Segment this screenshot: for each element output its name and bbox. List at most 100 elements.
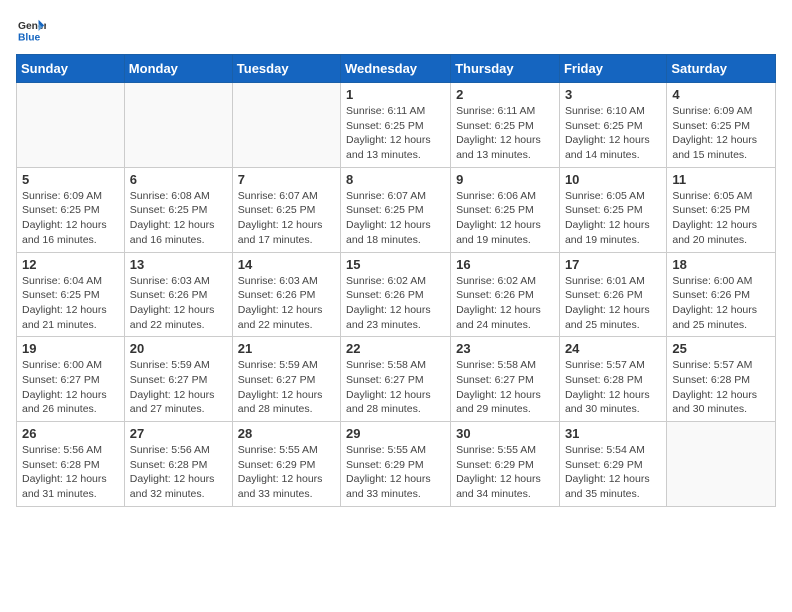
day-number: 29 [346, 426, 445, 441]
calendar-cell: 13 Sunrise: 6:03 AM Sunset: 6:26 PM Dayli… [124, 252, 232, 337]
calendar-cell: 30 Sunrise: 5:55 AM Sunset: 6:29 PM Dayli… [451, 422, 560, 507]
calendar-cell [17, 83, 125, 168]
day-info: Sunrise: 6:07 AM Sunset: 6:25 PM Dayligh… [346, 189, 445, 248]
day-number: 10 [565, 172, 661, 187]
weekday-header-wednesday: Wednesday [341, 55, 451, 83]
day-number: 13 [130, 257, 227, 272]
day-info: Sunrise: 5:55 AM Sunset: 6:29 PM Dayligh… [456, 443, 554, 502]
day-info: Sunrise: 6:06 AM Sunset: 6:25 PM Dayligh… [456, 189, 554, 248]
calendar-week-row: 19 Sunrise: 6:00 AM Sunset: 6:27 PM Dayli… [17, 337, 776, 422]
calendar-cell [667, 422, 776, 507]
calendar-cell [124, 83, 232, 168]
day-info: Sunrise: 6:01 AM Sunset: 6:26 PM Dayligh… [565, 274, 661, 333]
weekday-header-row: SundayMondayTuesdayWednesdayThursdayFrid… [17, 55, 776, 83]
day-info: Sunrise: 6:11 AM Sunset: 6:25 PM Dayligh… [346, 104, 445, 163]
day-info: Sunrise: 5:57 AM Sunset: 6:28 PM Dayligh… [672, 358, 770, 417]
day-info: Sunrise: 5:58 AM Sunset: 6:27 PM Dayligh… [456, 358, 554, 417]
calendar-cell: 7 Sunrise: 6:07 AM Sunset: 6:25 PM Daylig… [232, 167, 340, 252]
calendar-week-row: 1 Sunrise: 6:11 AM Sunset: 6:25 PM Daylig… [17, 83, 776, 168]
calendar-cell: 2 Sunrise: 6:11 AM Sunset: 6:25 PM Daylig… [451, 83, 560, 168]
day-info: Sunrise: 6:08 AM Sunset: 6:25 PM Dayligh… [130, 189, 227, 248]
day-info: Sunrise: 6:05 AM Sunset: 6:25 PM Dayligh… [672, 189, 770, 248]
day-number: 9 [456, 172, 554, 187]
calendar-cell: 15Sunrise: 6:02 AM Sunset: 6:26 PM Dayli… [341, 252, 451, 337]
day-info: Sunrise: 6:02 AM Sunset: 6:26 PM Dayligh… [456, 274, 554, 333]
calendar-cell: 24 Sunrise: 5:57 AM Sunset: 6:28 PM Dayli… [559, 337, 666, 422]
day-number: 8 [346, 172, 445, 187]
calendar-cell: 10 Sunrise: 6:05 AM Sunset: 6:25 PM Dayli… [559, 167, 666, 252]
calendar-cell: 8 Sunrise: 6:07 AM Sunset: 6:25 PM Daylig… [341, 167, 451, 252]
day-number: 15 [346, 257, 445, 272]
day-number: 28 [238, 426, 335, 441]
day-number: 22 [346, 341, 445, 356]
svg-text:Blue: Blue [18, 32, 41, 43]
day-info: Sunrise: 5:56 AM Sunset: 6:28 PM Dayligh… [130, 443, 227, 502]
day-info: Sunrise: 6:03 AM Sunset: 6:26 PM Dayligh… [130, 274, 227, 333]
day-info: Sunrise: 5:57 AM Sunset: 6:28 PM Dayligh… [565, 358, 661, 417]
day-info: Sunrise: 6:11 AM Sunset: 6:25 PM Dayligh… [456, 104, 554, 163]
calendar-cell: 1 Sunrise: 6:11 AM Sunset: 6:25 PM Daylig… [341, 83, 451, 168]
day-number: 12 [22, 257, 119, 272]
weekday-header-friday: Friday [559, 55, 666, 83]
calendar-cell: 12 Sunrise: 6:04 AM Sunset: 6:25 PM Dayli… [17, 252, 125, 337]
day-info: Sunrise: 6:00 AM Sunset: 6:27 PM Dayligh… [22, 358, 119, 417]
day-info: Sunrise: 6:07 AM Sunset: 6:25 PM Dayligh… [238, 189, 335, 248]
calendar-cell: 16 Sunrise: 6:02 AM Sunset: 6:26 PM Dayli… [451, 252, 560, 337]
day-info: Sunrise: 5:59 AM Sunset: 6:27 PM Dayligh… [130, 358, 227, 417]
day-number: 24 [565, 341, 661, 356]
day-number: 19 [22, 341, 119, 356]
header: General Blue [16, 16, 776, 44]
day-info: Sunrise: 5:56 AM Sunset: 6:28 PM Dayligh… [22, 443, 119, 502]
calendar-cell: 23 Sunrise: 5:58 AM Sunset: 6:27 PM Dayli… [451, 337, 560, 422]
day-number: 20 [130, 341, 227, 356]
calendar-cell: 21Sunrise: 5:59 AM Sunset: 6:27 PM Dayli… [232, 337, 340, 422]
weekday-header-tuesday: Tuesday [232, 55, 340, 83]
calendar-cell: 31 Sunrise: 5:54 AM Sunset: 6:29 PM Dayli… [559, 422, 666, 507]
day-number: 17 [565, 257, 661, 272]
weekday-header-sunday: Sunday [17, 55, 125, 83]
calendar-cell: 5Sunrise: 6:09 AM Sunset: 6:25 PM Daylig… [17, 167, 125, 252]
day-info: Sunrise: 6:05 AM Sunset: 6:25 PM Dayligh… [565, 189, 661, 248]
day-number: 23 [456, 341, 554, 356]
day-number: 18 [672, 257, 770, 272]
weekday-header-thursday: Thursday [451, 55, 560, 83]
calendar-table: SundayMondayTuesdayWednesdayThursdayFrid… [16, 54, 776, 507]
calendar-cell: 29 Sunrise: 5:55 AM Sunset: 6:29 PM Dayli… [341, 422, 451, 507]
day-number: 6 [130, 172, 227, 187]
day-number: 2 [456, 87, 554, 102]
calendar-cell: 3Sunrise: 6:10 AM Sunset: 6:25 PM Daylig… [559, 83, 666, 168]
day-info: Sunrise: 6:09 AM Sunset: 6:25 PM Dayligh… [22, 189, 119, 248]
day-number: 3 [565, 87, 661, 102]
calendar-cell [232, 83, 340, 168]
day-number: 21 [238, 341, 335, 356]
day-number: 4 [672, 87, 770, 102]
day-info: Sunrise: 6:00 AM Sunset: 6:26 PM Dayligh… [672, 274, 770, 333]
day-number: 25 [672, 341, 770, 356]
calendar-week-row: 12 Sunrise: 6:04 AM Sunset: 6:25 PM Dayli… [17, 252, 776, 337]
calendar-cell: 18 Sunrise: 6:00 AM Sunset: 6:26 PM Dayli… [667, 252, 776, 337]
calendar-cell: 9 Sunrise: 6:06 AM Sunset: 6:25 PM Daylig… [451, 167, 560, 252]
day-info: Sunrise: 5:55 AM Sunset: 6:29 PM Dayligh… [346, 443, 445, 502]
day-number: 31 [565, 426, 661, 441]
day-info: Sunrise: 6:04 AM Sunset: 6:25 PM Dayligh… [22, 274, 119, 333]
weekday-header-saturday: Saturday [667, 55, 776, 83]
day-number: 30 [456, 426, 554, 441]
day-info: Sunrise: 5:55 AM Sunset: 6:29 PM Dayligh… [238, 443, 335, 502]
day-info: Sunrise: 5:54 AM Sunset: 6:29 PM Dayligh… [565, 443, 661, 502]
calendar-cell: 17 Sunrise: 6:01 AM Sunset: 6:26 PM Dayli… [559, 252, 666, 337]
calendar-cell: 20 Sunrise: 5:59 AM Sunset: 6:27 PM Dayli… [124, 337, 232, 422]
day-number: 14 [238, 257, 335, 272]
calendar-cell: 4Sunrise: 6:09 AM Sunset: 6:25 PM Daylig… [667, 83, 776, 168]
day-number: 27 [130, 426, 227, 441]
day-number: 16 [456, 257, 554, 272]
calendar-cell: 6 Sunrise: 6:08 AM Sunset: 6:25 PM Daylig… [124, 167, 232, 252]
calendar-cell: 26Sunrise: 5:56 AM Sunset: 6:28 PM Dayli… [17, 422, 125, 507]
logo: General Blue [16, 16, 46, 44]
day-number: 1 [346, 87, 445, 102]
day-number: 7 [238, 172, 335, 187]
calendar-cell: 22Sunrise: 5:58 AM Sunset: 6:27 PM Dayli… [341, 337, 451, 422]
calendar-cell: 27 Sunrise: 5:56 AM Sunset: 6:28 PM Dayli… [124, 422, 232, 507]
calendar-week-row: 26Sunrise: 5:56 AM Sunset: 6:28 PM Dayli… [17, 422, 776, 507]
logo-icon: General Blue [18, 16, 46, 44]
calendar-cell: 25 Sunrise: 5:57 AM Sunset: 6:28 PM Dayli… [667, 337, 776, 422]
